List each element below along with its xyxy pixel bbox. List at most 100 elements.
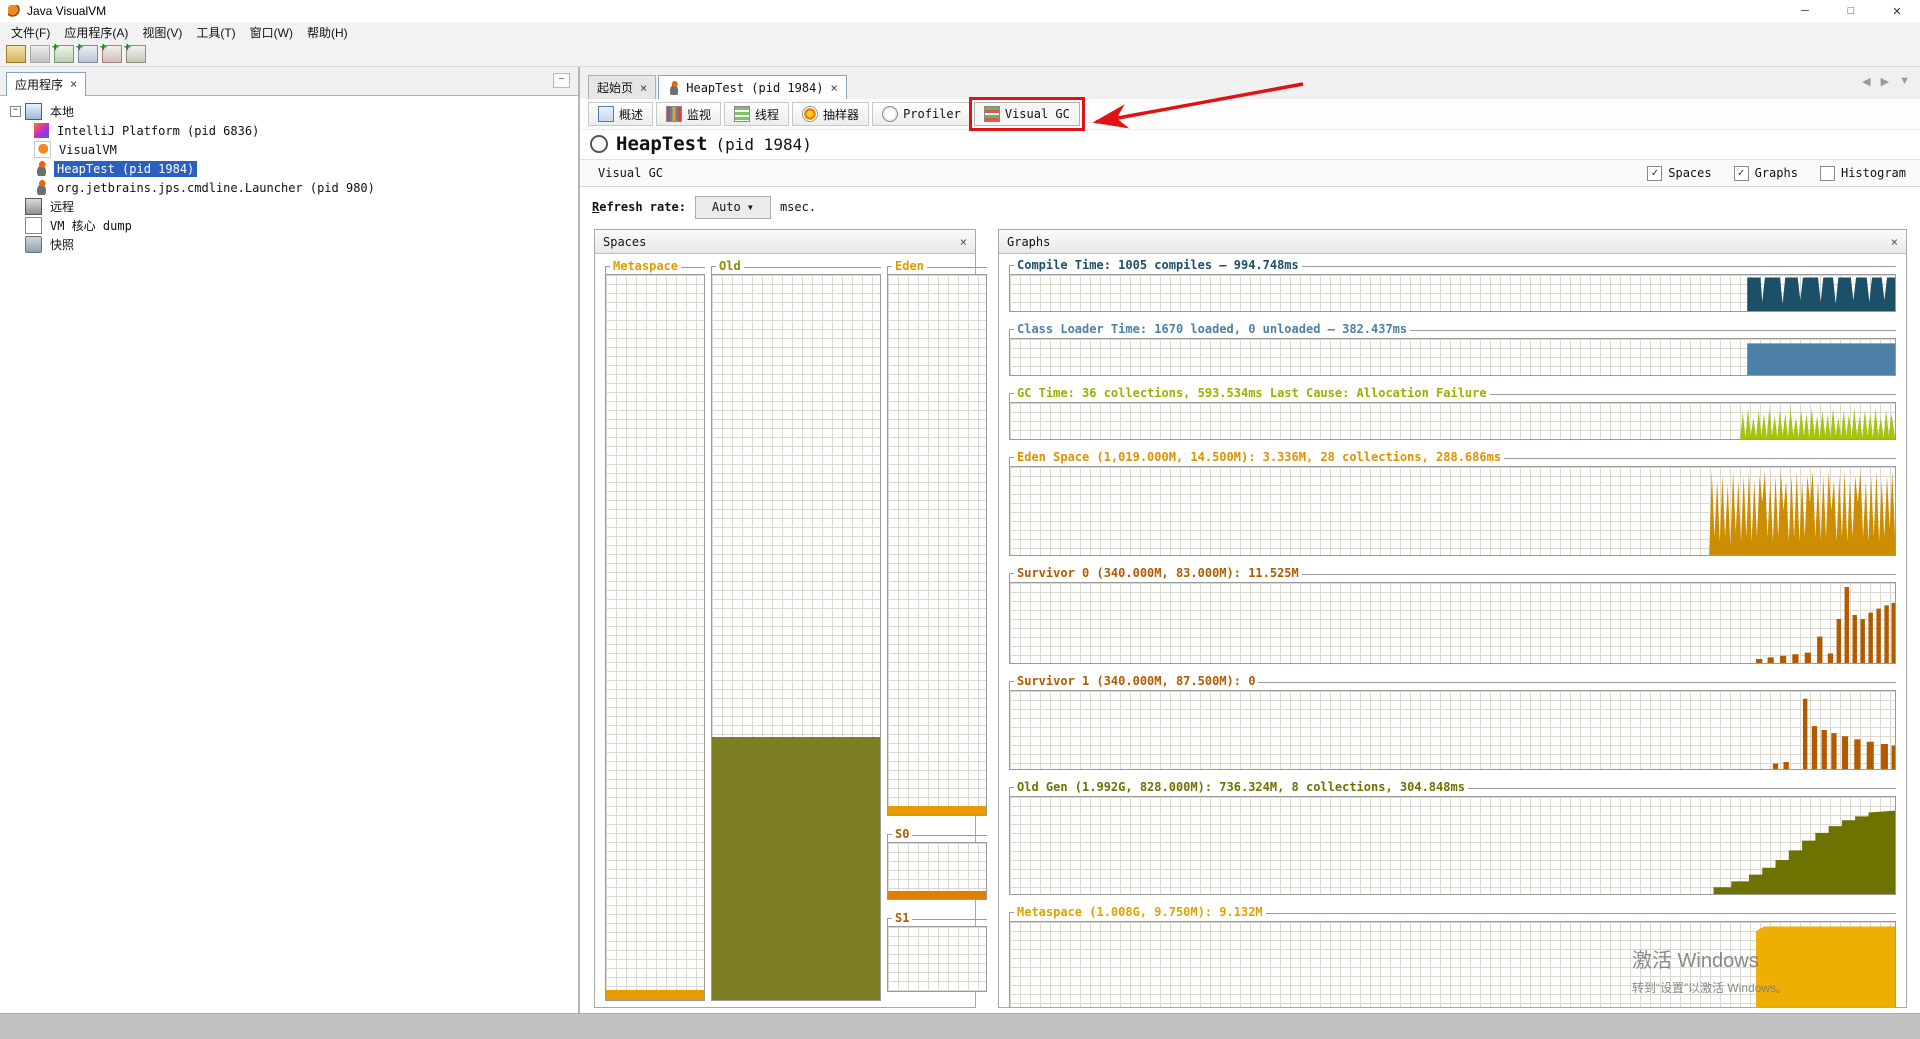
window-title: Java VisualVM [27, 4, 107, 18]
tree-item-label: 远程 [50, 200, 75, 214]
close-icon[interactable]: × [1891, 235, 1898, 249]
title-rule [1504, 451, 1896, 459]
checkbox-icon [1819, 165, 1835, 181]
display-checkboxes: ✓ Spaces ✓ Graphs Histogram [1647, 165, 1906, 181]
graph-chart-survivor-1 [1009, 690, 1896, 770]
sidebar-tab-applications[interactable]: 应用程序 × [6, 72, 87, 96]
save-snapshot-icon[interactable] [30, 45, 50, 63]
label-rule [912, 828, 987, 836]
document-tab[interactable]: 起始页 × [588, 75, 657, 99]
checkbox-histogram[interactable]: Histogram [1819, 165, 1906, 181]
graphs-panel: Graphs × Compile Time: 1005 compiles — 9… [998, 229, 1907, 1008]
open-snapshot-icon[interactable] [6, 45, 26, 63]
title-rule [1301, 567, 1896, 575]
close-button[interactable]: ✕ [1874, 0, 1920, 22]
tree-item[interactable]: HeapTest (pid 1984) [0, 159, 578, 178]
close-icon[interactable]: × [831, 81, 838, 95]
spaces-body: Metaspace Old Eden S0 S1 [595, 254, 987, 1007]
subtoolbar-button-label: 线程 [755, 107, 780, 122]
tree-item-label: 快照 [50, 238, 75, 252]
graph-title-survivor-0: Survivor 0 (340.000M, 83.000M): 11.525M [1017, 566, 1299, 580]
snapshot-icon [25, 236, 42, 253]
subtoolbar-button-label: 概述 [619, 107, 644, 122]
subtoolbar-button-线程[interactable]: 线程 [724, 102, 790, 126]
subtoolbar-button-抽样器[interactable]: 抽样器 [792, 102, 870, 126]
refresh-rate-value: Auto [711, 200, 741, 214]
new-core-dump-icon[interactable] [124, 40, 146, 63]
new-application-snapshot-icon[interactable] [52, 40, 74, 63]
graph-row-metaspace: Metaspace (1.008G, 9.750M): 9.132M [1009, 906, 1896, 1007]
menu-item[interactable]: 工具(T) [189, 22, 242, 43]
graph-chart-eden-space [1009, 466, 1896, 556]
tree-item[interactable]: IntelliJ Platform (pid 6836) [0, 121, 578, 140]
graph-row-compile-time: Compile Time: 1005 compiles — 994.748ms [1009, 259, 1896, 312]
visualvm-icon [34, 141, 51, 158]
old-label: Old [719, 259, 741, 273]
close-icon[interactable]: × [960, 235, 967, 249]
next-tab-icon[interactable]: ▶ [1881, 75, 1889, 88]
menu-item[interactable]: 视图(V) [135, 22, 189, 43]
minimize-button[interactable]: ─ [1782, 0, 1828, 22]
tree-item[interactable]: 远程 [0, 197, 578, 216]
title-rule [1489, 387, 1896, 395]
old-fill-bar [712, 736, 880, 1000]
graph-chart-old-gen [1009, 796, 1896, 895]
s1-section: S1 [887, 912, 987, 992]
graph-chart-metaspace [1009, 921, 1896, 1007]
tree-item[interactable]: VisualVM [0, 140, 578, 159]
graph-chart-survivor-0 [1009, 582, 1896, 664]
graphs-panel-title: Graphs [1007, 234, 1051, 249]
refresh-rate-select[interactable]: Auto ▾ [694, 195, 771, 219]
s0-fill-bar [888, 891, 986, 899]
menu-item[interactable]: 文件(F) [4, 22, 57, 43]
menu-item[interactable]: 帮助(H) [300, 22, 355, 43]
metaspace-fill-bar [606, 989, 704, 1000]
tree-item-label: IntelliJ Platform (pid 6836) [57, 123, 260, 138]
title-rule [1265, 906, 1896, 914]
annotation-red-box [968, 97, 1085, 131]
subtoolbar-button-监视[interactable]: 监视 [656, 102, 722, 126]
profiler-icon [882, 106, 899, 122]
document-tab[interactable]: HeapTest (pid 1984) × [658, 75, 847, 100]
title-rule [1467, 781, 1896, 789]
tree-item[interactable]: 快照 [0, 235, 578, 254]
main-toolbar [0, 40, 1920, 67]
applications-sidebar: 应用程序 × − − 本地 IntelliJ Platform (pid 6836)… [0, 67, 580, 1014]
checkbox-spaces[interactable]: ✓ Spaces [1647, 165, 1712, 181]
s1-space-chart [887, 926, 987, 992]
checkbox-label: Histogram [1840, 166, 1906, 180]
new-thread-dump-icon[interactable] [76, 40, 98, 63]
eden-fill-bar [888, 806, 986, 815]
checkbox-icon: ✓ [1647, 165, 1663, 181]
tab-list-icon[interactable]: ▼ [1899, 75, 1910, 88]
spaces-panel-title: Spaces [603, 234, 647, 249]
subtoolbar-button-profiler[interactable]: Profiler [872, 102, 971, 126]
menu-item[interactable]: 窗口(W) [243, 22, 300, 43]
sidebar-minimize-button[interactable]: − [553, 73, 570, 88]
tab-navigation: ◀ ▶ ▼ [1862, 75, 1910, 88]
new-heap-dump-icon[interactable] [100, 40, 122, 63]
graph-title-eden-space: Eden Space (1,019.000M, 14.500M): 3.336M… [1017, 450, 1502, 464]
graph-title-row: Eden Space (1,019.000M, 14.500M): 3.336M… [1009, 451, 1896, 466]
document-tab-label: HeapTest (pid 1984) [686, 80, 824, 95]
checkbox-graphs[interactable]: ✓ Graphs [1733, 165, 1798, 181]
subtoolbar-button-概述[interactable]: 概述 [588, 102, 654, 126]
tree-item[interactable]: org.jetbrains.jps.cmdline.Launcher (pid … [0, 178, 578, 197]
tree-item[interactable]: VM 核心 dump [0, 216, 578, 235]
label-rule [743, 260, 881, 268]
prev-tab-icon[interactable]: ◀ [1862, 75, 1870, 88]
graph-chart-gc-time [1009, 402, 1896, 440]
maximize-button[interactable]: □ [1828, 0, 1874, 22]
expander-icon[interactable]: − [10, 106, 21, 117]
taskbar-strip [0, 1013, 1920, 1039]
java-app-icon [34, 180, 49, 195]
graph-title-gc-time: GC Time: 36 collections, 593.534ms Last … [1017, 386, 1487, 400]
java-app-icon [667, 80, 682, 95]
process-icon [590, 135, 608, 153]
close-icon[interactable]: × [640, 81, 647, 95]
tree-item[interactable]: − 本地 [0, 102, 578, 121]
close-icon[interactable]: × [70, 77, 77, 91]
graph-title-class-loader-time: Class Loader Time: 1670 loaded, 0 unload… [1017, 322, 1408, 336]
tree-item-label: VisualVM [59, 142, 117, 157]
overview-icon [598, 106, 614, 122]
